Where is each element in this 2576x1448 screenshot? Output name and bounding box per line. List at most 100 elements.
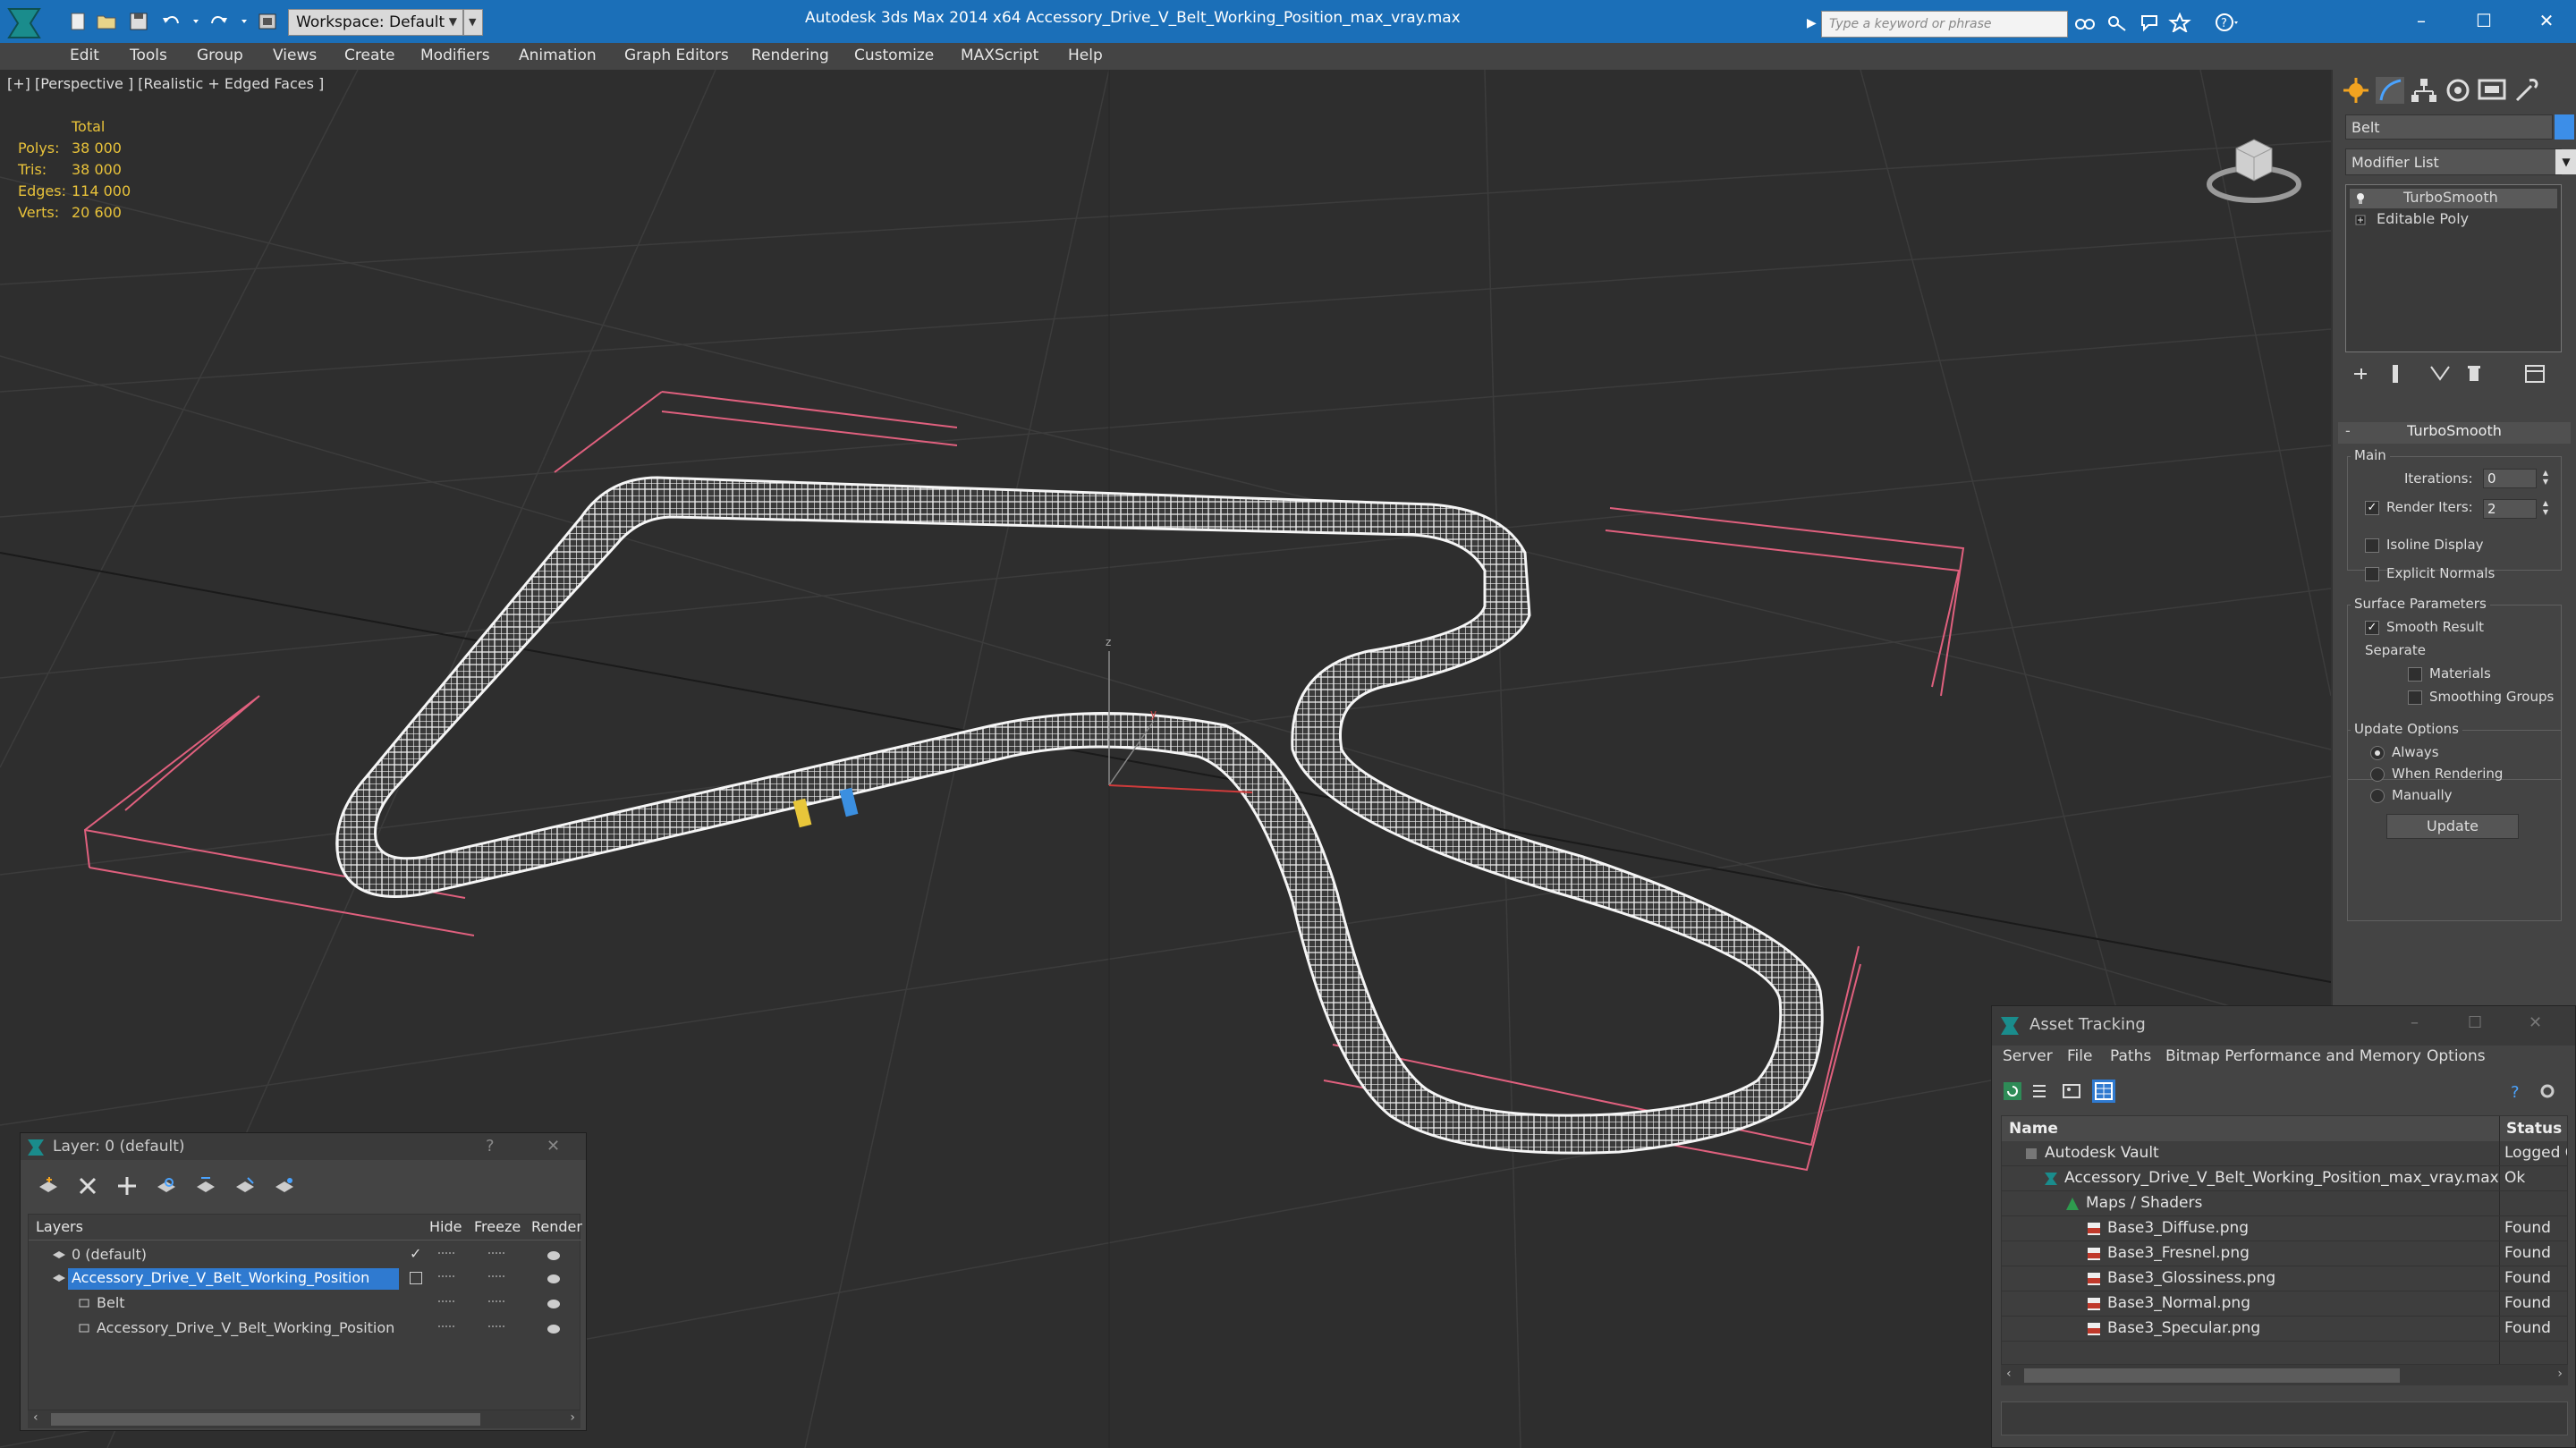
layer-row[interactable]: Belt bbox=[30, 1291, 580, 1315]
column-header-hide[interactable]: Hide bbox=[429, 1218, 462, 1235]
spinner-arrows-icon[interactable]: ▲ ▼ bbox=[2540, 469, 2551, 488]
new-file-icon[interactable] bbox=[66, 11, 89, 32]
menu-create[interactable]: Create bbox=[344, 47, 395, 64]
hide-toggle[interactable] bbox=[438, 1252, 454, 1256]
redo-dropdown-icon[interactable] bbox=[234, 11, 258, 32]
utilities-tab-icon[interactable] bbox=[2510, 75, 2542, 106]
stack-item-turbosmooth[interactable]: TurboSmooth bbox=[2350, 189, 2557, 208]
workspace-dropdown-button[interactable]: ▼ bbox=[463, 9, 483, 36]
hide-toggle[interactable] bbox=[438, 1300, 454, 1304]
configure-modifier-sets-icon[interactable] bbox=[2522, 361, 2547, 386]
horizontal-scrollbar[interactable]: ‹ › bbox=[28, 1410, 580, 1428]
freeze-toggle[interactable] bbox=[488, 1252, 504, 1256]
table-view-icon[interactable] bbox=[2092, 1080, 2115, 1103]
scrollbar-thumb[interactable] bbox=[2024, 1368, 2400, 1383]
modifier-list-dropdown[interactable]: Modifier List ▼ bbox=[2345, 148, 2576, 175]
menu-file[interactable]: File bbox=[2067, 1047, 2092, 1065]
column-header-render[interactable]: Render bbox=[531, 1218, 582, 1235]
menu-rendering[interactable]: Rendering bbox=[751, 47, 829, 64]
column-header-name[interactable]: Name bbox=[2009, 1120, 2058, 1138]
object-name-field[interactable]: Belt bbox=[2345, 114, 2553, 140]
dialog-title[interactable]: Layer: 0 (default) ? ✕ bbox=[21, 1133, 586, 1160]
menu-bitmap-performance[interactable]: Bitmap Performance and Memory bbox=[2165, 1047, 2421, 1065]
scroll-right-icon[interactable]: › bbox=[570, 1410, 575, 1425]
undo-icon[interactable] bbox=[159, 11, 182, 32]
show-end-result-icon[interactable] bbox=[2383, 361, 2408, 386]
hide-toggle[interactable] bbox=[438, 1325, 454, 1329]
maximize-button[interactable]: ☐ bbox=[2468, 1013, 2482, 1032]
add-to-layer-icon[interactable] bbox=[115, 1174, 139, 1198]
display-tab-icon[interactable] bbox=[2476, 75, 2508, 106]
spinner-arrows-icon[interactable]: ▲ ▼ bbox=[2540, 499, 2551, 519]
highlight-selected-layer-icon[interactable] bbox=[194, 1174, 217, 1198]
freeze-toggle[interactable] bbox=[488, 1325, 504, 1329]
column-header-freeze[interactable]: Freeze bbox=[474, 1218, 521, 1235]
expand-plus-icon[interactable] bbox=[2355, 215, 2366, 225]
help-icon[interactable]: ? bbox=[2505, 1080, 2529, 1103]
update-always-radio[interactable] bbox=[2370, 746, 2385, 760]
create-layer-icon[interactable] bbox=[37, 1174, 60, 1198]
render-teapot-icon[interactable] bbox=[546, 1248, 562, 1260]
menu-help[interactable]: Help bbox=[1068, 47, 1103, 64]
close-button[interactable]: ✕ bbox=[547, 1137, 560, 1156]
render-iters-checkbox[interactable]: ✓ bbox=[2365, 501, 2379, 515]
object-color-swatch[interactable] bbox=[2555, 114, 2574, 140]
hide-toggle[interactable] bbox=[438, 1275, 454, 1279]
make-unique-icon[interactable] bbox=[2428, 361, 2453, 386]
viewport-label[interactable]: [+] [Perspective ] [Realistic + Edged Fa… bbox=[7, 75, 324, 92]
delete-layer-icon[interactable] bbox=[76, 1174, 99, 1198]
turbosmooth-rollout-header[interactable]: - TurboSmooth bbox=[2338, 422, 2571, 444]
active-layer-check-icon[interactable]: ✓ bbox=[410, 1245, 421, 1262]
render-teapot-icon[interactable] bbox=[546, 1321, 562, 1334]
materials-checkbox[interactable] bbox=[2408, 667, 2422, 682]
update-button[interactable]: Update bbox=[2386, 814, 2519, 839]
workspace-select[interactable]: Workspace: Default ▼ bbox=[288, 9, 463, 36]
layer-row[interactable]: Accessory_Drive_V_Belt_Working_Position bbox=[30, 1266, 580, 1290]
lightbulb-icon[interactable] bbox=[2355, 192, 2366, 205]
menu-edit[interactable]: Edit bbox=[70, 47, 99, 64]
freeze-toggle[interactable] bbox=[488, 1300, 504, 1304]
search-expand-icon[interactable]: ▶ bbox=[1807, 16, 1817, 30]
freeze-toggle[interactable] bbox=[488, 1275, 504, 1279]
save-icon[interactable] bbox=[127, 11, 150, 32]
smoothing-groups-checkbox[interactable] bbox=[2408, 690, 2422, 705]
motion-tab-icon[interactable] bbox=[2442, 75, 2474, 106]
menu-paths[interactable]: Paths bbox=[2110, 1047, 2151, 1065]
layer-row[interactable]: 0 (default) ✓ bbox=[30, 1243, 580, 1266]
smooth-result-checkbox[interactable]: ✓ bbox=[2365, 621, 2379, 635]
stack-item-editable-poly[interactable]: Editable Poly bbox=[2350, 210, 2557, 230]
horizontal-scrollbar[interactable]: ‹ › bbox=[2001, 1364, 2568, 1385]
select-objects-in-layer-icon[interactable] bbox=[155, 1174, 178, 1198]
close-button[interactable]: ✕ bbox=[2526, 5, 2567, 36]
open-folder-icon[interactable] bbox=[95, 11, 118, 32]
asset-row[interactable]: Accessory_Drive_V_Belt_Working_Position_… bbox=[2002, 1166, 2567, 1191]
scroll-right-icon[interactable]: › bbox=[2557, 1367, 2563, 1381]
menu-maxscript[interactable]: MAXScript bbox=[961, 47, 1038, 64]
render-teapot-icon[interactable] bbox=[546, 1271, 562, 1283]
dialog-title[interactable]: Asset Tracking – ☐ ✕ bbox=[1992, 1006, 2575, 1046]
hide-all-layers-icon[interactable] bbox=[233, 1174, 257, 1198]
asset-row[interactable]: Base3_Diffuse.png Found bbox=[2002, 1216, 2567, 1241]
binoculars-icon[interactable] bbox=[2073, 13, 2097, 32]
asset-row[interactable]: Base3_Specular.png Found bbox=[2002, 1317, 2567, 1342]
menu-customize[interactable]: Customize bbox=[854, 47, 934, 64]
scroll-left-icon[interactable]: ‹ bbox=[2006, 1367, 2012, 1381]
thumbnail-view-icon[interactable] bbox=[2060, 1080, 2083, 1103]
scrollbar-thumb[interactable] bbox=[51, 1413, 480, 1426]
modify-tab-icon[interactable] bbox=[2374, 75, 2406, 106]
render-teapot-icon[interactable] bbox=[546, 1296, 562, 1308]
scroll-left-icon[interactable]: ‹ bbox=[33, 1410, 38, 1425]
menu-views[interactable]: Views bbox=[273, 47, 317, 64]
viewcube-icon[interactable] bbox=[2204, 114, 2302, 213]
menu-graph-editors[interactable]: Graph Editors bbox=[624, 47, 729, 64]
explicit-normals-checkbox[interactable] bbox=[2365, 567, 2379, 581]
menu-animation[interactable]: Animation bbox=[519, 47, 597, 64]
render-iters-spinner[interactable]: 2 bbox=[2483, 499, 2537, 519]
menu-tools[interactable]: Tools bbox=[130, 47, 167, 64]
help-button[interactable]: ? bbox=[486, 1137, 495, 1156]
list-view-icon[interactable] bbox=[2028, 1080, 2051, 1103]
favorites-star-icon[interactable] bbox=[2168, 13, 2191, 32]
iterations-spinner[interactable]: 0 bbox=[2483, 469, 2537, 488]
pin-stack-icon[interactable] bbox=[2349, 361, 2374, 386]
asset-row[interactable]: Base3_Normal.png Found bbox=[2002, 1291, 2567, 1317]
